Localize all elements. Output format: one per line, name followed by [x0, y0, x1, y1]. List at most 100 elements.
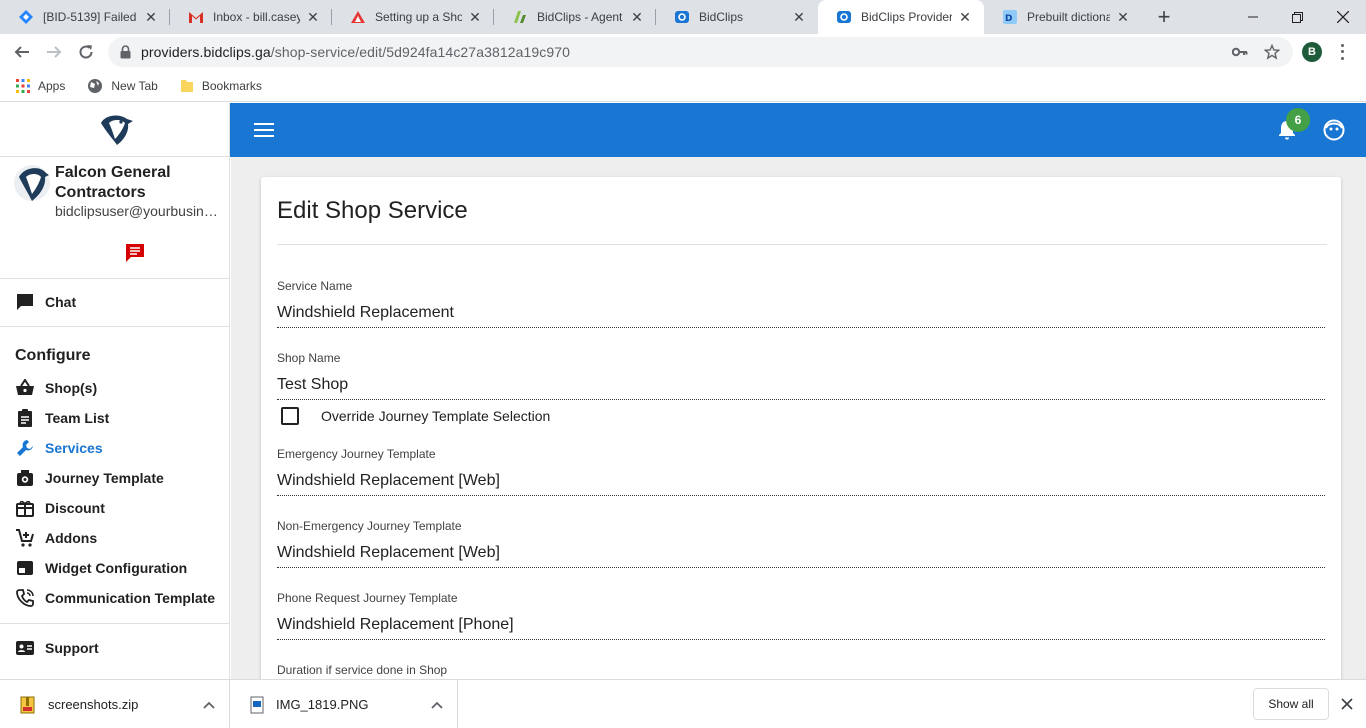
field-label: Emergency Journey Template: [277, 447, 436, 461]
browser-tab-bidclips-agent[interactable]: BidClips - Agent ✕: [494, 0, 656, 34]
sidebar-item-label: Communication Template: [45, 590, 216, 606]
lock-icon[interactable]: [120, 45, 131, 59]
jira-icon: [18, 9, 34, 25]
shop-name-input[interactable]: Test Shop: [277, 376, 1325, 400]
close-icon[interactable]: ✕: [628, 8, 646, 26]
browser-tab-confluence[interactable]: Setting up a Shop ✕: [332, 0, 494, 34]
download-filename: IMG_1819.PNG: [276, 697, 369, 712]
minimize-button[interactable]: [1230, 0, 1276, 34]
phone-request-journey-template-select[interactable]: Windshield Replacement [Phone]: [277, 616, 1325, 640]
bidclips-provider-icon: [836, 9, 852, 25]
image-file-icon: [250, 696, 264, 714]
tab-title: Setting up a Shop: [375, 10, 462, 24]
star-icon[interactable]: [1260, 37, 1284, 67]
sidebar-item-discount[interactable]: Discount: [0, 493, 229, 523]
chat-icon: [15, 292, 35, 312]
reload-button[interactable]: [72, 38, 100, 66]
address-bar[interactable]: providers.bidclips.ga/shop-service/edit/…: [108, 37, 1293, 67]
tab-title: BidClips: [699, 10, 744, 24]
sidebar-item-label: Chat: [45, 294, 77, 310]
browser-tab-docs[interactable]: D Prebuilt dictionary ✕: [984, 0, 1142, 34]
chevron-up-icon[interactable]: [431, 701, 443, 709]
override-journey-template-checkbox[interactable]: [281, 407, 299, 425]
sidebar-item-team-list[interactable]: Team List: [0, 403, 229, 433]
sidebar-item-services[interactable]: Services: [0, 433, 229, 463]
sidebar-item-label: Journey Template: [45, 470, 164, 486]
phone-request-journey-template-field: Phone Request Journey Template Windshiel…: [277, 591, 1325, 640]
bookmark-apps[interactable]: Apps: [16, 78, 65, 93]
sidebar-item-label: Addons: [45, 530, 98, 546]
logo[interactable]: [0, 103, 229, 157]
emergency-journey-template-select[interactable]: Windshield Replacement [Web]: [277, 472, 1325, 496]
sidebar-item-label: Support: [45, 640, 99, 656]
close-icon[interactable]: [1338, 695, 1356, 713]
non-emergency-journey-template-select[interactable]: Windshield Replacement [Web]: [277, 544, 1325, 568]
back-button[interactable]: [8, 38, 36, 66]
close-icon[interactable]: ✕: [304, 8, 322, 26]
forward-button[interactable]: [40, 38, 68, 66]
app-header: 6: [230, 103, 1366, 157]
chat-bubble-icon[interactable]: [124, 243, 146, 268]
url-path: /shop-service/edit/5d924fa14c27a3812a19c…: [270, 44, 571, 60]
sidebar-item-shops[interactable]: Shop(s): [0, 373, 229, 403]
non-emergency-journey-template-field: Non-Emergency Journey Template Windshiel…: [277, 519, 1325, 568]
configure-section: Configure Shop(s) Team List Services Jou…: [0, 327, 229, 624]
browser-tab-bidclips[interactable]: BidClips ✕: [656, 0, 818, 34]
close-icon[interactable]: ✕: [142, 8, 160, 26]
browser-tab-gmail[interactable]: Inbox - bill.casey@ ✕: [170, 0, 332, 34]
duration-field: Duration if service done in Shop: [277, 663, 1325, 679]
sidebar-item-label: Widget Configuration: [45, 560, 188, 576]
field-label: Shop Name: [277, 351, 341, 365]
phone-icon: [15, 588, 35, 608]
chevron-up-icon[interactable]: [203, 701, 215, 709]
show-all-button[interactable]: Show all: [1253, 688, 1329, 720]
account-icon[interactable]: [1323, 119, 1345, 141]
browser-menu-icon[interactable]: [1338, 42, 1346, 62]
close-icon[interactable]: ✕: [466, 8, 484, 26]
sidebar-item-support[interactable]: Support: [0, 633, 229, 663]
browser-tab-jira[interactable]: [BID-5139] Failed T ✕: [0, 0, 170, 34]
support-section: Support: [0, 624, 229, 663]
bookmark-new-tab[interactable]: New Tab: [87, 78, 158, 94]
wrench-icon: [15, 438, 35, 458]
tab-title: BidClips Provider P: [861, 10, 952, 24]
divider: [277, 244, 1327, 245]
restore-button[interactable]: [1274, 0, 1320, 34]
sidebar-item-widget-configuration[interactable]: Widget Configuration: [0, 553, 229, 583]
clipboard-icon: [15, 408, 35, 428]
arrow-right-icon: [47, 46, 62, 58]
browser-tab-bidclips-provider[interactable]: BidClips Provider P ✕: [818, 0, 984, 34]
profile-avatar[interactable]: B: [1302, 42, 1322, 62]
tab-title: BidClips - Agent: [537, 10, 623, 24]
sidebar-item-journey-template[interactable]: Journey Template: [0, 463, 229, 493]
bookmark-folder[interactable]: Bookmarks: [180, 79, 262, 93]
download-filename: screenshots.zip: [48, 697, 139, 712]
close-icon[interactable]: ✕: [1114, 8, 1132, 26]
close-window-button[interactable]: [1320, 0, 1366, 34]
override-journey-template-row[interactable]: Override Journey Template Selection: [281, 407, 550, 425]
download-item[interactable]: IMG_1819.PNG: [230, 680, 458, 728]
avatar[interactable]: [14, 163, 50, 203]
globe-icon: [87, 78, 103, 94]
sidebar-item-label: Shop(s): [45, 380, 98, 396]
menu-icon[interactable]: [254, 120, 274, 140]
sidebar-item-label: Discount: [45, 500, 105, 516]
close-icon[interactable]: ✕: [956, 8, 974, 26]
bidclips-icon: [674, 9, 690, 25]
company-name: Falcon General Contractors: [55, 164, 171, 201]
tab-title: Prebuilt dictionary: [1027, 10, 1110, 24]
edit-shop-service-card: Edit Shop Service Service Name Windshiel…: [261, 177, 1341, 679]
sidebar-item-chat[interactable]: Chat: [0, 287, 229, 317]
new-tab-button[interactable]: +: [1152, 4, 1176, 29]
key-icon[interactable]: [1228, 37, 1252, 67]
download-item[interactable]: screenshots.zip: [0, 680, 230, 728]
svg-text:D: D: [1005, 14, 1012, 24]
close-icon[interactable]: ✕: [790, 8, 808, 26]
sidebar-item-addons[interactable]: Addons: [0, 523, 229, 553]
field-label: Non-Emergency Journey Template: [277, 519, 462, 533]
sidebar-item-label: Services: [45, 440, 103, 456]
gmail-icon: [188, 9, 204, 25]
sidebar-item-communication-template[interactable]: Communication Template: [0, 583, 229, 613]
service-name-input[interactable]: Windshield Replacement: [277, 304, 1325, 328]
bookmark-label: New Tab: [111, 78, 158, 93]
